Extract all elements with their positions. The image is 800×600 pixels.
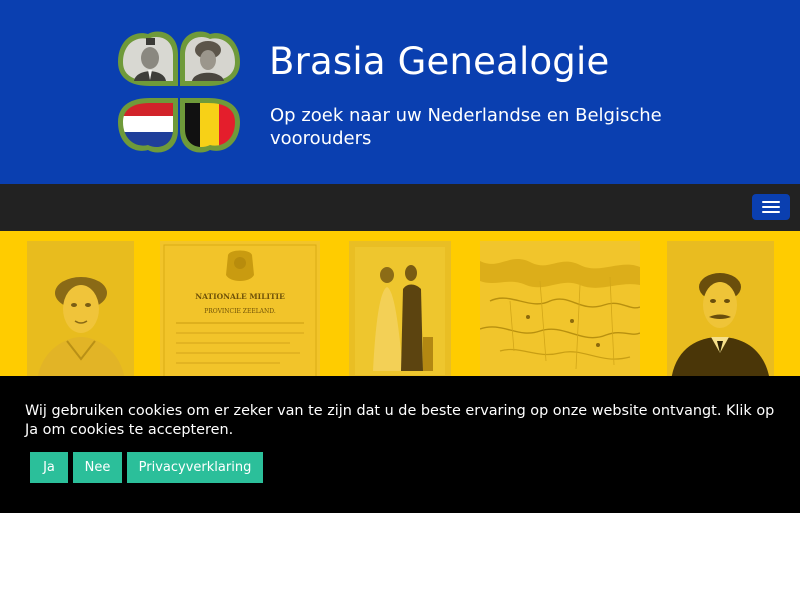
site-tagline: Op zoek naar uw Nederlandse en Belgische… (270, 105, 662, 149)
privacy-statement-button[interactable]: Privacyverklaring (127, 452, 263, 483)
photo-banner: NATIONALE MILITIE PROVINCIE ZEELAND. (0, 231, 800, 376)
belgium-flag-icon (180, 98, 240, 153)
clover-logo-icon[interactable] (116, 28, 242, 156)
hamburger-line (762, 211, 780, 213)
old-map-zeeland (480, 241, 640, 376)
menu-toggle-button[interactable] (752, 194, 790, 220)
cookie-notice-text: Wij gebruiken cookies om er zeker van te… (25, 403, 775, 438)
document-subheading: PROVINCIE ZEELAND. (204, 308, 276, 315)
decline-cookies-button[interactable]: Nee (73, 452, 122, 483)
couple-portrait-photo (349, 241, 451, 376)
site-header: Brasia Genealogie Op zoek naar uw Nederl… (0, 0, 800, 184)
woman-portrait-photo (27, 241, 134, 376)
cookie-notice: Wij gebruiken cookies om er zeker van te… (0, 376, 800, 513)
hamburger-menu-icon (762, 201, 780, 203)
woman-portrait-leaf (180, 31, 240, 86)
nationale-militie-document: NATIONALE MILITIE PROVINCIE ZEELAND. (160, 241, 320, 376)
accept-cookies-button[interactable]: Ja (30, 452, 68, 483)
hamburger-line (762, 206, 780, 208)
site-title[interactable]: Brasia Genealogie (269, 40, 609, 83)
man-portrait-leaf (118, 31, 178, 86)
netherlands-flag-icon (118, 98, 178, 153)
man-portrait-photo (667, 241, 774, 376)
document-heading: NATIONALE MILITIE (195, 292, 285, 301)
navigation-bar (0, 184, 800, 231)
